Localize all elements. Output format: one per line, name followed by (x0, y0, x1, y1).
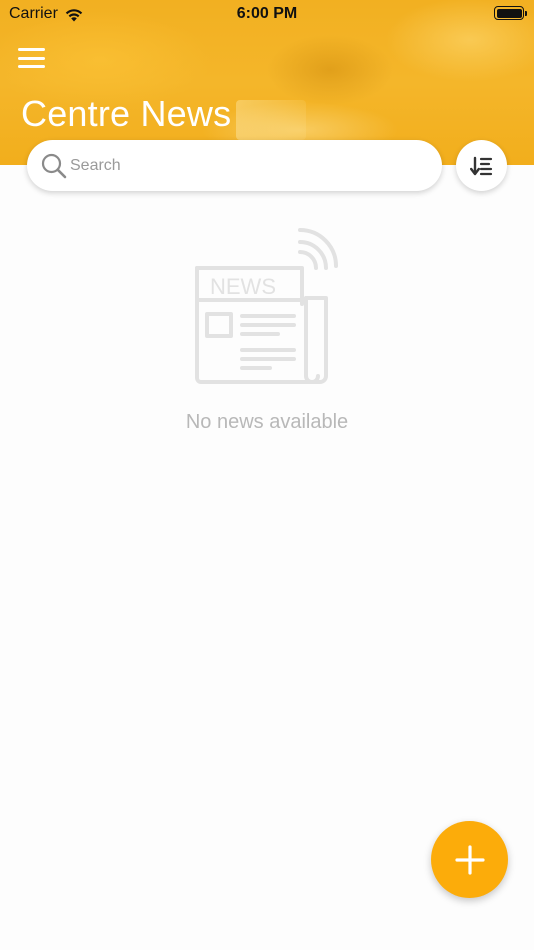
newspaper-icon: NEWS (195, 228, 338, 384)
plus-icon (454, 844, 485, 875)
add-news-button[interactable] (431, 821, 508, 898)
header-background-highlight (236, 100, 306, 140)
search-input[interactable] (70, 150, 400, 181)
battery-full-icon (494, 6, 527, 20)
hamburger-menu-icon[interactable] (18, 46, 48, 70)
sort-button[interactable] (456, 140, 507, 191)
status-bar: Carrier 6:00 PM (0, 0, 534, 28)
status-time: 6:00 PM (236, 5, 298, 22)
page-title: Centre News (21, 93, 232, 134)
sort-descending-icon (469, 156, 492, 175)
search-bar[interactable] (27, 140, 442, 191)
search-icon (41, 153, 67, 178)
empty-state-message: No news available (185, 411, 349, 433)
news-screen: Carrier 6:00 PM Centre News Search NEWS … (0, 0, 534, 950)
newspaper-label: NEWS (210, 274, 276, 299)
